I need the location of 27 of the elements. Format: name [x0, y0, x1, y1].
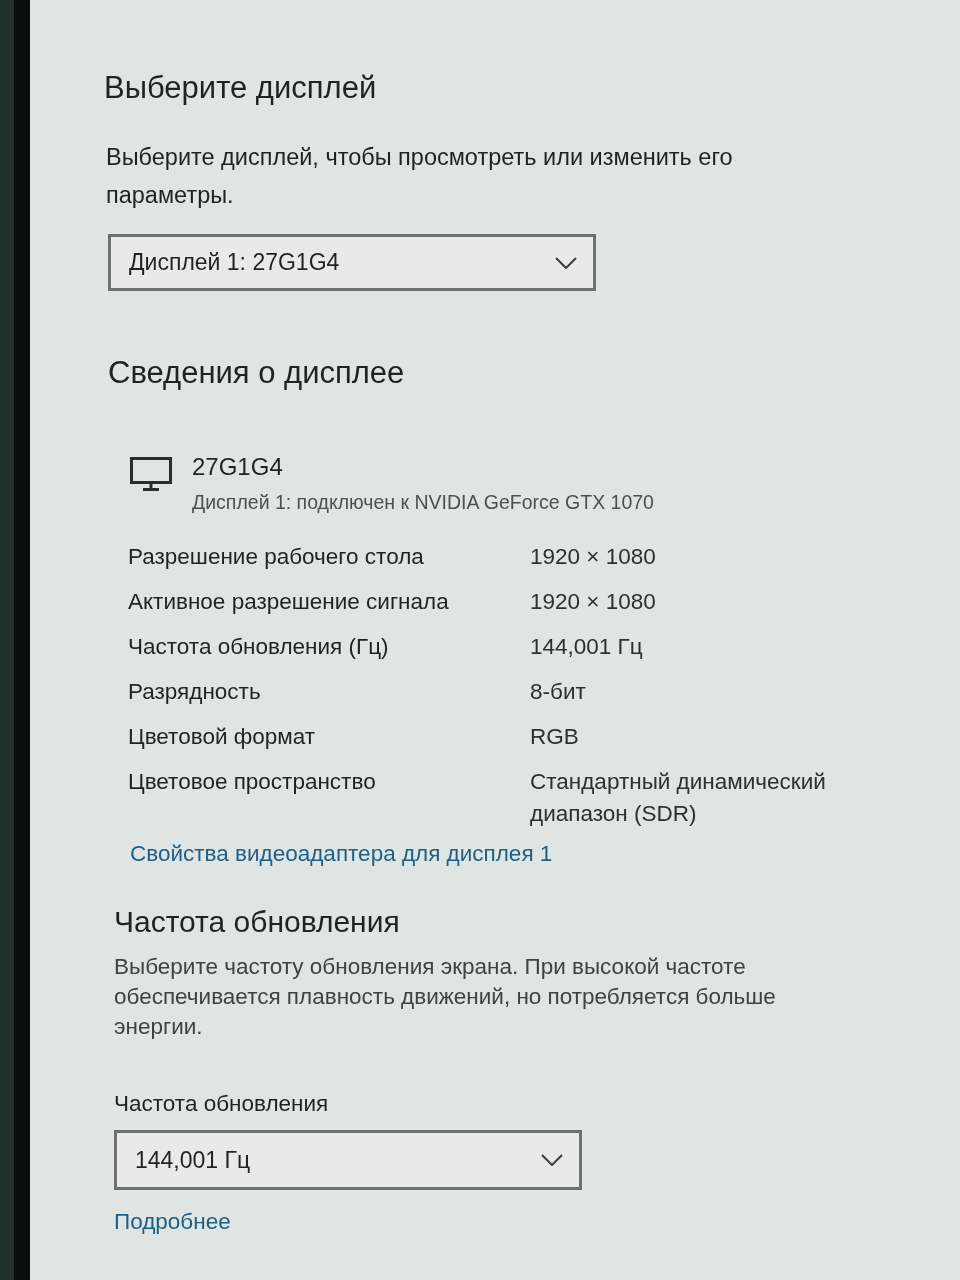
- info-value: RGB: [530, 723, 579, 751]
- monitor-connection-text: Дисплей 1: подключен к NVIDIA GeForce GTX 1070: [192, 490, 654, 515]
- info-label: Цветовое пространство: [128, 768, 377, 796]
- section-description: Выберите частоту обновления экрана. При высокой частоте обеспечивается плавность движений, но потребляется больше энергии.: [114, 953, 777, 1041]
- info-value: 1920 × 1080: [530, 588, 656, 616]
- section-heading: Частота обновления: [114, 904, 401, 940]
- info-label: Разрядность: [128, 678, 262, 706]
- info-label: Частота обновления (Гц): [128, 633, 390, 661]
- info-label: Цветовой формат: [128, 723, 317, 751]
- section-heading: Выберите дисплей: [104, 69, 378, 107]
- info-label: Разрешение рабочего стола: [128, 543, 425, 571]
- info-value: 1920 × 1080: [530, 543, 656, 571]
- section-heading: Сведения о дисплее: [108, 354, 406, 392]
- info-value: 144,001 Гц: [530, 633, 643, 661]
- more-info-link[interactable]: Подробнее: [114, 1206, 231, 1238]
- display-dropdown[interactable]: Дисплей 1: 27G1G4: [108, 234, 596, 291]
- info-value: 8-бит: [530, 678, 586, 706]
- chevron-down-icon: [541, 1154, 563, 1166]
- section-description: Выберите дисплей, чтобы просмотреть или изменить его параметры.: [106, 143, 734, 210]
- refresh-rate-dropdown[interactable]: 144,001 Гц: [114, 1130, 582, 1190]
- field-label: Частота обновления: [114, 1090, 330, 1118]
- chevron-down-icon: [555, 256, 577, 269]
- adapter-properties-link[interactable]: Свойства видеоадаптера для дисплея 1: [130, 838, 553, 870]
- monitor-name: 27G1G4: [192, 452, 284, 482]
- info-label: Активное разрешение сигнала: [128, 588, 450, 616]
- info-value: Стандартный динамический диапазон (SDR): [530, 768, 827, 828]
- monitor-icon: [130, 457, 172, 491]
